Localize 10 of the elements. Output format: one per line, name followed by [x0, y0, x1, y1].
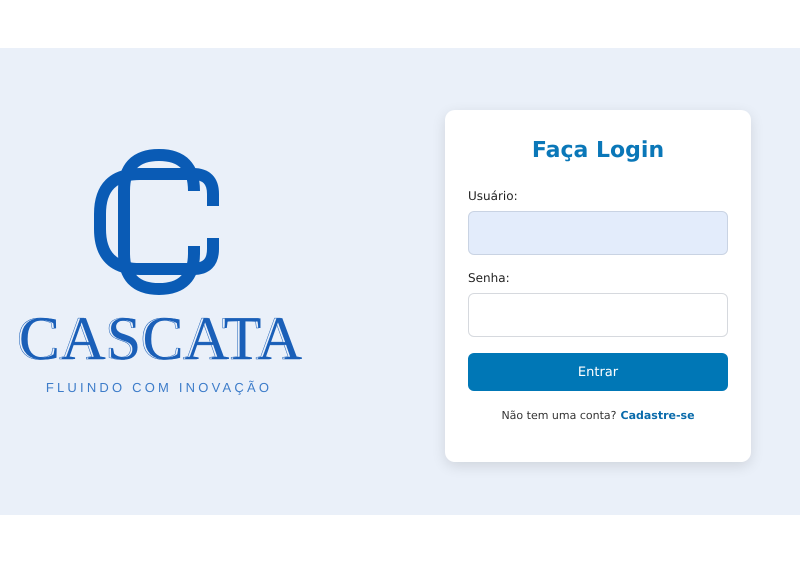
signup-link[interactable]: Cadastre-se [620, 409, 695, 422]
signup-prompt: Não tem uma conta? [501, 409, 616, 422]
input-field[interactable] [468, 211, 728, 255]
submit-button[interactable]: Entrar [468, 353, 728, 391]
field-label: Usuário: [468, 189, 518, 203]
input-field[interactable] [468, 293, 728, 337]
login-title: Faça Login [532, 138, 664, 163]
brand-name: CASCATA [16, 308, 302, 370]
field-label: Senha: [468, 271, 510, 285]
brand-tagline: FLUINDO COM INOVAÇÃO [46, 380, 272, 395]
